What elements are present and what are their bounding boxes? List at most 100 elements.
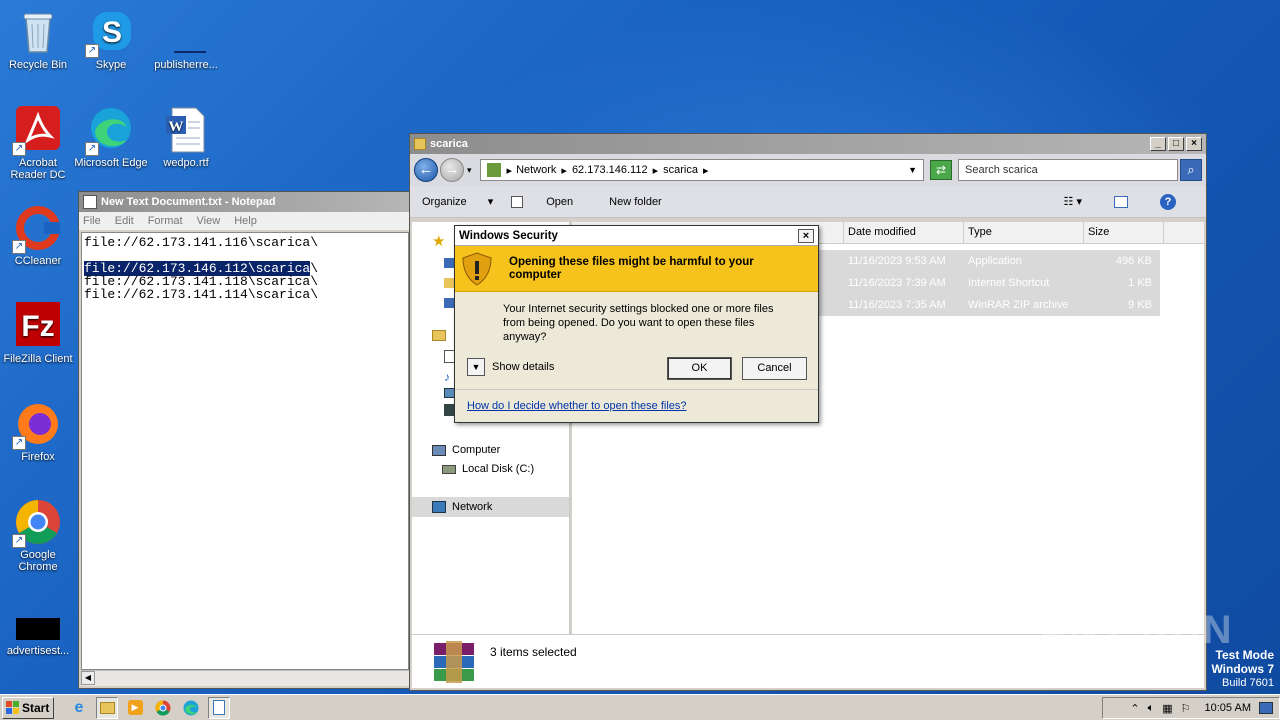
address-dropdown-icon[interactable]: ▼ — [908, 165, 917, 175]
edge-taskbar-icon[interactable] — [180, 697, 202, 719]
refresh-button[interactable]: ⇄ — [930, 160, 952, 180]
desktop-icon-wedpo[interactable]: W wedpo.rtf — [148, 106, 224, 169]
selection-status: 3 items selected — [490, 645, 577, 659]
breadcrumb-sep: ▸ — [561, 164, 567, 177]
breadcrumb-scarica[interactable]: scarica — [663, 164, 698, 176]
desktop-icon-advertisest[interactable]: advertisest... — [0, 610, 76, 657]
nav-local-disk-label: Local Disk (C:) — [462, 463, 535, 475]
desktop-icon-ccleaner[interactable]: ↗ CCleaner — [0, 204, 76, 267]
help-icon[interactable]: ? — [1160, 193, 1176, 210]
notepad-taskbar-icon[interactable] — [208, 696, 230, 719]
recent-pages-chevron-icon[interactable]: ▾ — [467, 165, 472, 176]
maximize-button[interactable]: □ — [1168, 137, 1184, 151]
text-line: file://62.173.141.114\scarica\ — [84, 287, 319, 302]
explorer-titlebar[interactable]: scarica _ □ × — [410, 134, 1206, 154]
ie-taskbar-icon[interactable]: e — [68, 697, 90, 719]
dialog-close-button[interactable]: × — [798, 228, 814, 243]
explorer-taskbar-icon[interactable] — [96, 696, 118, 719]
notepad-titlebar[interactable]: New Text Document.txt - Notepad — [79, 192, 411, 212]
desktop-icon-skype[interactable]: S ↗ Skype — [73, 8, 149, 71]
desktop-icon-label: Acrobat Reader DC — [10, 157, 66, 181]
column-type[interactable]: Type — [964, 222, 1084, 243]
menu-help[interactable]: Help — [234, 215, 257, 227]
cancel-button[interactable]: Cancel — [742, 357, 807, 380]
ok-button[interactable]: OK — [667, 357, 732, 380]
desktop-icon-chrome[interactable]: ↗ Google Chrome — [0, 498, 76, 573]
show-details-toggle[interactable]: ▼ Show details — [467, 358, 554, 376]
show-desktop-icon[interactable] — [1259, 702, 1273, 714]
forward-button[interactable]: → — [440, 158, 464, 182]
explorer-toolbar: Organize ▾ Open New folder ☷ ▾ ? — [410, 186, 1206, 218]
desktop-icon-label: FileZilla Client — [3, 353, 73, 365]
desktop-icon-label: Skype — [95, 59, 127, 71]
nav-computer[interactable]: Computer — [432, 444, 500, 456]
desktop-icon-edge[interactable]: ↗ Microsoft Edge — [73, 106, 149, 169]
notepad-text-area[interactable]: file://62.173.141.116\scarica\​file://62… — [81, 232, 409, 670]
desktop-icon-firefox[interactable]: ↗ Firefox — [0, 400, 76, 463]
chrome-taskbar-icon[interactable] — [152, 697, 174, 719]
file-size: 1 KB — [1128, 277, 1152, 289]
menu-edit[interactable]: Edit — [115, 215, 134, 227]
new-folder-button[interactable]: New folder — [609, 196, 662, 208]
desktop-icon-acrobat[interactable]: ↗ Acrobat Reader DC — [0, 106, 76, 181]
winrar-archive-icon — [432, 641, 476, 683]
nav-network[interactable]: Network — [412, 497, 569, 517]
nav-local-disk[interactable]: Local Disk (C:) — [442, 463, 534, 475]
breadcrumb-sep: ▸ — [652, 164, 659, 177]
back-button[interactable]: ← — [414, 158, 438, 182]
file-date: 11/16/2023 7:39 AM — [848, 277, 946, 289]
preview-pane-icon[interactable] — [1114, 195, 1128, 208]
column-date-modified[interactable]: Date modified — [844, 222, 964, 243]
minimize-button[interactable]: _ — [1150, 137, 1166, 151]
file-date: 11/16/2023 9:53 AM — [848, 255, 946, 267]
desktop-icon-publisher[interactable]: publisherre... — [148, 8, 224, 71]
os-text: Windows 7 — [1211, 662, 1274, 676]
breadcrumb-host[interactable]: 62.173.146.112 — [572, 164, 648, 176]
favorites-star-icon[interactable]: ★ — [432, 232, 445, 250]
desktop-icon-recycle-bin[interactable]: Recycle Bin — [0, 8, 76, 71]
word-document-icon: W — [162, 106, 210, 154]
notepad-app-icon — [83, 195, 97, 209]
media-player-taskbar-icon[interactable]: ▶ — [124, 697, 146, 719]
address-bar[interactable]: ▸ Network ▸ 62.173.146.112 ▸ scarica ▸ ▼ — [479, 159, 924, 181]
open-icon — [511, 195, 524, 208]
tray-expand-icon[interactable]: ⌃ — [1130, 702, 1139, 715]
search-placeholder: Search scarica — [965, 164, 1038, 176]
close-button[interactable]: × — [1186, 137, 1202, 151]
desktop-icon-label: wedpo.rtf — [163, 157, 209, 169]
action-center-flag-icon[interactable]: ⚐ — [1181, 702, 1191, 715]
horizontal-scrollbar[interactable]: ◀ — [81, 670, 409, 686]
scroll-left-arrow-icon[interactable]: ◀ — [81, 671, 95, 685]
clock[interactable]: 10:05 AM — [1205, 702, 1251, 714]
warning-heading: Opening these files might be harmful to … — [509, 255, 754, 281]
libraries-icon[interactable] — [432, 330, 446, 341]
desktop-icon-label: publisherre... — [154, 59, 218, 71]
notepad-title: New Text Document.txt - Notepad — [101, 196, 276, 208]
search-input[interactable]: Search scarica — [958, 159, 1178, 181]
start-button[interactable]: Start — [2, 696, 54, 719]
volume-icon[interactable]: 🔈︎ — [1148, 702, 1155, 715]
dialog-divider — [455, 389, 818, 390]
explorer-title: scarica — [430, 138, 468, 150]
dialog-titlebar[interactable]: Windows Security × — [455, 226, 818, 246]
organize-button[interactable]: Organize ▾ — [422, 195, 493, 208]
view-options-icon[interactable]: ☷ ▾ — [1064, 195, 1082, 208]
ccleaner-icon: ↗ — [12, 204, 62, 254]
menu-file[interactable]: File — [83, 215, 101, 227]
desktop-icon-label: advertisest... — [6, 645, 70, 657]
menu-view[interactable]: View — [197, 215, 221, 227]
open-button[interactable]: Open — [511, 195, 591, 208]
search-icon[interactable]: ⌕ — [1180, 159, 1202, 181]
network-tray-icon[interactable]: ▦ — [1162, 702, 1172, 715]
svg-text:Fz: Fz — [21, 310, 54, 343]
column-size[interactable]: Size — [1084, 222, 1164, 243]
help-link[interactable]: How do I decide whether to open these fi… — [467, 400, 687, 412]
menu-format[interactable]: Format — [148, 215, 183, 227]
computer-icon — [432, 444, 446, 456]
library-music-icon[interactable]: ♪ — [444, 370, 450, 384]
shortcut-arrow-icon: ↗ — [85, 142, 99, 156]
desktop-icon-label: Google Chrome — [18, 549, 58, 573]
desktop-icon-filezilla[interactable]: Fz FileZilla Client — [0, 302, 76, 365]
breadcrumb-network[interactable]: Network — [516, 164, 556, 176]
start-label: Start — [22, 700, 50, 715]
